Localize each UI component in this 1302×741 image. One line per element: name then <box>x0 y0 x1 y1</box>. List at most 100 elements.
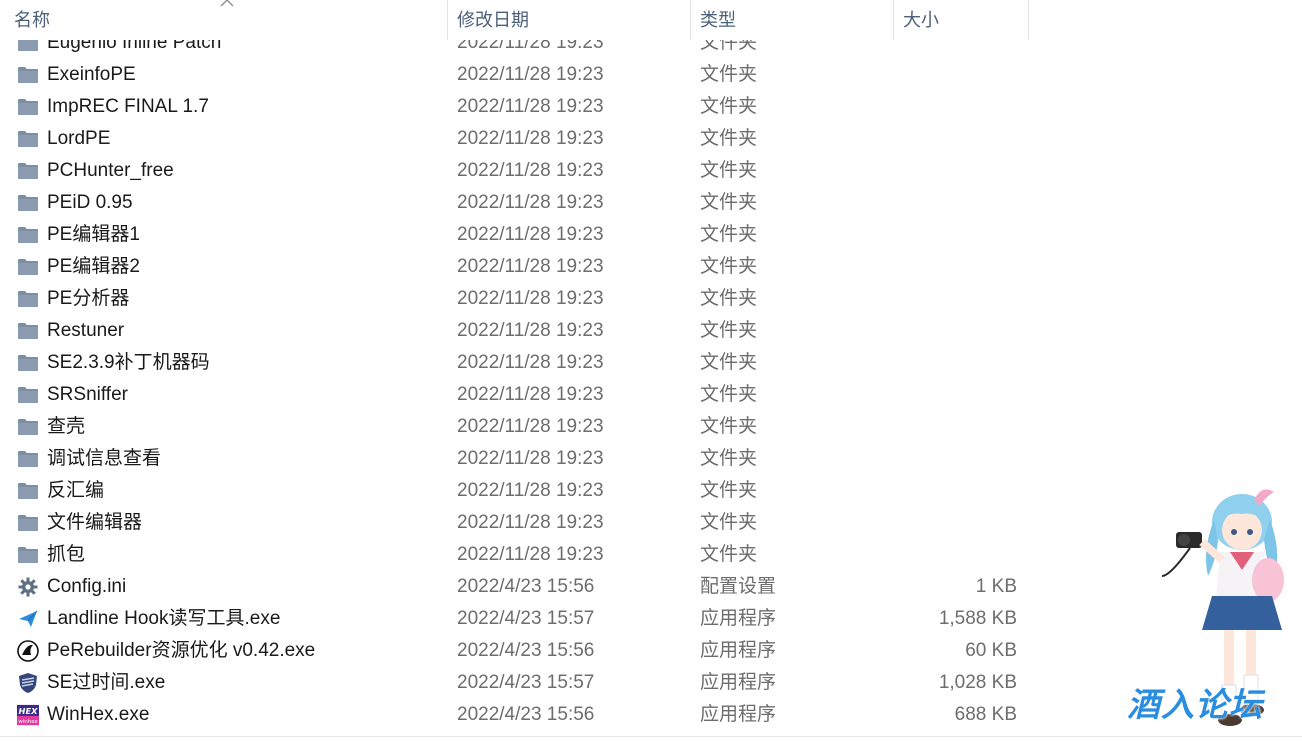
file-name: Landline Hook读写工具.exe <box>47 608 281 629</box>
header-name[interactable]: 名称 <box>6 0 447 40</box>
file-row[interactable]: SE2.3.9补丁机器码 2022/11/28 19:23 文件夹 <box>0 347 1302 379</box>
file-name: PeRebuilder资源优化 v0.42.exe <box>47 640 316 661</box>
file-row[interactable]: Config.ini 2022/4/23 15:56 配置设置 1 KB <box>0 571 1302 603</box>
folder-icon <box>17 65 39 85</box>
file-type: 文件夹 <box>700 288 758 309</box>
folder-icon <box>17 193 39 213</box>
file-type: 文件夹 <box>700 64 758 85</box>
file-date: 2022/4/23 15:57 <box>457 608 595 629</box>
svg-text:HEX: HEX <box>19 706 39 716</box>
file-name: 抓包 <box>47 544 86 565</box>
folder-icon <box>17 417 39 437</box>
file-name: WinHex.exe <box>47 704 150 725</box>
file-date: 2022/4/23 15:57 <box>457 672 595 693</box>
file-row[interactable]: PEiD 0.95 2022/11/28 19:23 文件夹 <box>0 187 1302 219</box>
file-date: 2022/11/28 19:23 <box>457 384 604 405</box>
file-date: 2022/4/23 15:56 <box>457 640 595 661</box>
file-name: PE编辑器2 <box>47 256 140 277</box>
file-row[interactable]: PE编辑器2 2022/11/28 19:23 文件夹 <box>0 251 1302 283</box>
file-date: 2022/11/28 19:23 <box>457 96 604 117</box>
file-name: SE2.3.9补丁机器码 <box>47 352 210 373</box>
file-name: ExeinfoPE <box>47 64 136 85</box>
file-row[interactable]: SRSniffer 2022/11/28 19:23 文件夹 <box>0 379 1302 411</box>
file-date: 2022/11/28 19:23 <box>457 288 604 309</box>
file-row[interactable]: ImpREC FINAL 1.7 2022/11/28 19:23 文件夹 <box>0 91 1302 123</box>
file-row[interactable]: 查壳 2022/11/28 19:23 文件夹 <box>0 411 1302 443</box>
file-row[interactable]: Landline Hook读写工具.exe 2022/4/23 15:57 应用程序… <box>0 603 1302 635</box>
file-row[interactable]: HEX winhex WinHex.exe 2022/4/23 15:56 应用程序 68… <box>0 699 1302 731</box>
file-name: PEiD 0.95 <box>47 192 133 213</box>
file-explorer: 名称 修改日期 类型 大小 Eugenio Inline Patch 2022/1… <box>0 0 1302 741</box>
folder-icon <box>17 289 39 309</box>
file-name: PE分析器 <box>47 288 130 309</box>
file-type: 文件夹 <box>700 160 758 181</box>
file-type: 配置设置 <box>700 576 777 597</box>
file-type: 应用程序 <box>700 704 777 725</box>
folder-icon <box>17 321 39 341</box>
file-name: SE过时间.exe <box>47 672 166 693</box>
file-date: 2022/11/28 19:23 <box>457 352 604 373</box>
file-type: 文件夹 <box>700 128 758 149</box>
file-type: 文件夹 <box>700 192 758 213</box>
file-name: 反汇编 <box>47 480 105 501</box>
file-row[interactable]: Restuner 2022/11/28 19:23 文件夹 <box>0 315 1302 347</box>
header-type[interactable]: 类型 <box>690 0 893 40</box>
file-size: 1,028 KB <box>938 672 1017 693</box>
paper-plane-icon <box>17 609 39 629</box>
file-date: 2022/11/28 19:23 <box>457 128 604 149</box>
file-row[interactable]: PE编辑器1 2022/11/28 19:23 文件夹 <box>0 219 1302 251</box>
folder-icon <box>17 385 39 405</box>
file-type: 文件夹 <box>700 96 758 117</box>
file-list: Eugenio Inline Patch 2022/11/28 19:23 文件夹 E… <box>0 27 1302 741</box>
column-divider[interactable] <box>1028 0 1029 40</box>
file-name: 文件编辑器 <box>47 512 143 533</box>
header-date[interactable]: 修改日期 <box>447 0 690 40</box>
file-name: 调试信息查看 <box>47 448 162 469</box>
folder-icon <box>17 545 39 565</box>
svg-text:winhex: winhex <box>18 719 38 725</box>
file-type: 文件夹 <box>700 256 758 277</box>
file-row[interactable]: 文件编辑器 2022/11/28 19:23 文件夹 <box>0 507 1302 539</box>
file-type: 文件夹 <box>700 416 758 437</box>
file-type: 文件夹 <box>700 544 758 565</box>
file-row[interactable]: LordPE 2022/11/28 19:23 文件夹 <box>0 123 1302 155</box>
file-type: 应用程序 <box>700 608 777 629</box>
file-name: Restuner <box>47 320 125 341</box>
file-name: ImpREC FINAL 1.7 <box>47 96 209 117</box>
file-type: 文件夹 <box>700 480 758 501</box>
folder-icon <box>17 353 39 373</box>
file-date: 2022/11/28 19:23 <box>457 224 604 245</box>
folder-icon <box>17 225 39 245</box>
folder-icon <box>17 513 39 533</box>
file-name: Config.ini <box>47 576 127 597</box>
file-date: 2022/11/28 19:23 <box>457 64 604 85</box>
file-row[interactable]: SE过时间.exe 2022/4/23 15:57 应用程序 1,028 KB <box>0 667 1302 699</box>
header-size[interactable]: 大小 <box>893 0 1028 40</box>
file-date: 2022/11/28 19:23 <box>457 480 604 501</box>
file-row[interactable]: 抓包 2022/11/28 19:23 文件夹 <box>0 539 1302 571</box>
divider <box>0 736 1302 737</box>
file-type: 文件夹 <box>700 224 758 245</box>
file-row[interactable]: ExeinfoPE 2022/11/28 19:23 文件夹 <box>0 59 1302 91</box>
file-name: 查壳 <box>47 416 86 437</box>
file-date: 2022/11/28 19:23 <box>457 256 604 277</box>
file-row[interactable]: PCHunter_free 2022/11/28 19:23 文件夹 <box>0 155 1302 187</box>
folder-icon <box>17 129 39 149</box>
column-header: 名称 修改日期 类型 大小 <box>0 0 1302 40</box>
file-row[interactable]: 反汇编 2022/11/28 19:23 文件夹 <box>0 475 1302 507</box>
folder-icon <box>17 161 39 181</box>
file-size: 688 KB <box>954 704 1017 725</box>
file-type: 文件夹 <box>700 352 758 373</box>
file-date: 2022/4/23 15:56 <box>457 704 595 725</box>
file-name: SRSniffer <box>47 384 128 405</box>
folder-icon <box>17 481 39 501</box>
file-date: 2022/11/28 19:23 <box>457 544 604 565</box>
file-row[interactable]: PE分析器 2022/11/28 19:23 文件夹 <box>0 283 1302 315</box>
file-type: 文件夹 <box>700 320 758 341</box>
file-name: PE编辑器1 <box>47 224 140 245</box>
file-row[interactable]: PeRebuilder资源优化 v0.42.exe 2022/4/23 15:56… <box>0 635 1302 667</box>
shark-fin-icon <box>17 640 39 662</box>
file-row[interactable]: 调试信息查看 2022/11/28 19:23 文件夹 <box>0 443 1302 475</box>
file-date: 2022/4/23 15:56 <box>457 576 595 597</box>
winhex-icon: HEX winhex <box>17 704 39 725</box>
